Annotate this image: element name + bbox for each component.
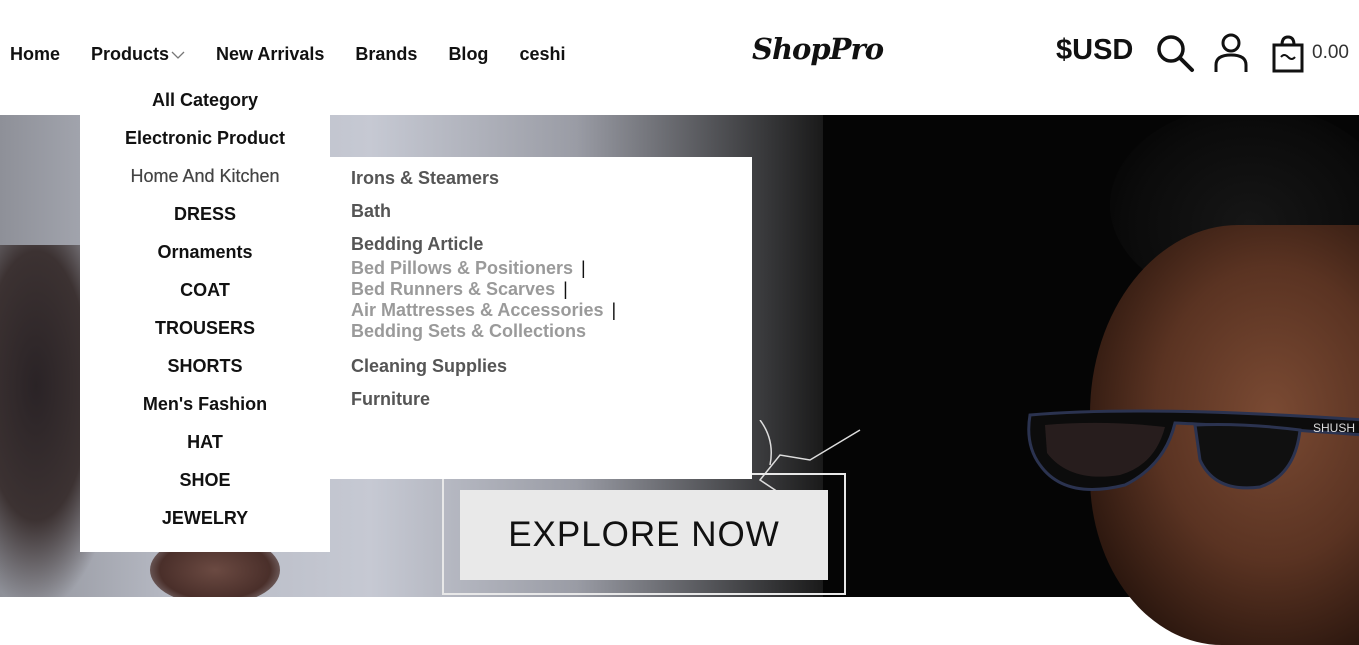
category-ornaments[interactable]: Ornaments bbox=[80, 242, 330, 263]
submenu-bath[interactable]: Bath bbox=[351, 201, 391, 222]
nav-new-arrivals[interactable]: New Arrivals bbox=[216, 44, 324, 65]
submenu-furniture[interactable]: Furniture bbox=[351, 389, 430, 410]
site-logo[interactable]: ShopPro bbox=[752, 32, 884, 66]
sunglasses-brand-text: SHUSH bbox=[1313, 421, 1355, 435]
category-mens-fashion[interactable]: Men's Fashion bbox=[80, 394, 330, 415]
category-jewelry[interactable]: JEWELRY bbox=[80, 508, 330, 529]
user-icon[interactable] bbox=[1213, 33, 1249, 73]
submenu-link-label: Bed Pillows & Positioners bbox=[351, 258, 574, 278]
nav-home[interactable]: Home bbox=[10, 44, 60, 65]
submenu-bedding-article[interactable]: Bedding Article bbox=[351, 234, 483, 255]
submenu-link[interactable]: Bed Pillows & Positioners | bbox=[351, 258, 586, 279]
submenu-link[interactable]: Bed Runners & Scarves | bbox=[351, 279, 568, 300]
main-nav: Home Products New Arrivals Brands Blog c… bbox=[10, 44, 596, 65]
category-home-and-kitchen[interactable]: Home And Kitchen bbox=[80, 166, 330, 187]
currency-selector[interactable]: $USD bbox=[1056, 34, 1133, 67]
category-dress[interactable]: DRESS bbox=[80, 204, 330, 225]
search-icon[interactable] bbox=[1155, 33, 1195, 73]
sunglasses-image: SHUSH bbox=[1027, 409, 1359, 491]
submenu-link-label: Air Mattresses & Accessories bbox=[351, 300, 604, 320]
category-hat[interactable]: HAT bbox=[80, 432, 330, 453]
explore-now-button[interactable]: EXPLORE NOW bbox=[460, 490, 828, 580]
category-electronic-product[interactable]: Electronic Product bbox=[80, 128, 330, 149]
category-shoe[interactable]: SHOE bbox=[80, 470, 330, 491]
cart-icon[interactable] bbox=[1272, 35, 1304, 73]
submenu-link-label: Bedding Sets & Collections bbox=[351, 321, 587, 341]
category-shorts[interactable]: SHORTS bbox=[80, 356, 330, 377]
category-trousers[interactable]: TROUSERS bbox=[80, 318, 330, 339]
category-coat[interactable]: COAT bbox=[80, 280, 330, 301]
link-separator: | bbox=[563, 279, 568, 299]
submenu-link[interactable]: Bedding Sets & Collections bbox=[351, 321, 586, 342]
submenu-link-label: Bed Runners & Scarves bbox=[351, 279, 556, 299]
submenu-irons-steamers[interactable]: Irons & Steamers bbox=[351, 168, 499, 189]
nav-products-label: Products bbox=[91, 44, 170, 64]
link-separator: | bbox=[581, 258, 586, 278]
chevron-down-icon bbox=[171, 51, 185, 59]
nav-ceshi[interactable]: ceshi bbox=[519, 44, 565, 65]
category-all[interactable]: All Category bbox=[80, 90, 330, 111]
submenu-link[interactable]: Air Mattresses & Accessories | bbox=[351, 300, 616, 321]
cart-total: 0.00 bbox=[1312, 42, 1349, 63]
nav-brands[interactable]: Brands bbox=[355, 44, 417, 65]
nav-products[interactable]: Products bbox=[91, 44, 185, 65]
products-dropdown: All Category Electronic Product Home And… bbox=[80, 80, 330, 552]
nav-blog[interactable]: Blog bbox=[448, 44, 488, 65]
link-separator: | bbox=[611, 300, 617, 320]
home-kitchen-submenu: Irons & Steamers Bath Bedding Article Be… bbox=[330, 157, 752, 479]
submenu-cleaning-supplies[interactable]: Cleaning Supplies bbox=[351, 356, 507, 377]
